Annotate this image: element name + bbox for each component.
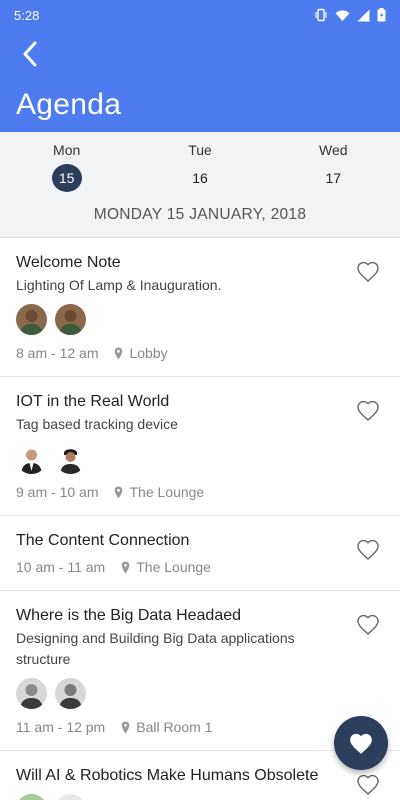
speaker-avatar[interactable] <box>55 794 86 800</box>
map-pin-icon <box>114 347 123 360</box>
day-name: Wed <box>319 142 348 158</box>
heart-outline-icon[interactable] <box>356 538 380 562</box>
session-time: 10 am - 11 am <box>16 559 106 575</box>
session-title: Will AI & Robotics Make Humans Obsolete <box>16 767 319 784</box>
day-tab-wed[interactable]: Wed 17 <box>267 132 400 192</box>
session-item[interactable]: The Content Connection 10 am - 11 am The… <box>0 516 400 591</box>
speaker-avatars <box>16 304 340 335</box>
session-time: 9 am - 10 am <box>16 484 99 500</box>
status-icons <box>314 8 386 22</box>
heart-outline-icon[interactable] <box>356 773 380 797</box>
day-number: 16 <box>192 170 208 186</box>
session-description: Tag based tracking device <box>16 416 178 432</box>
page-title: Agenda <box>16 88 122 121</box>
day-number: 15 <box>51 164 82 192</box>
vibrate-icon <box>315 8 327 22</box>
session-description: Designing and Building Big Data applicat… <box>16 630 295 667</box>
session-title: Welcome Note <box>16 254 121 271</box>
signal-icon <box>357 9 370 21</box>
speaker-avatar[interactable] <box>55 443 86 474</box>
back-button[interactable] <box>14 38 46 70</box>
heart-outline-icon[interactable] <box>356 399 380 423</box>
session-meta: 8 am - 12 am Lobby <box>16 345 340 376</box>
status-time: 5:28 <box>14 7 40 23</box>
day-number: 17 <box>325 170 342 186</box>
day-name: Mon <box>53 142 81 158</box>
session-location: The Lounge <box>129 484 205 500</box>
chevron-left-icon <box>23 41 37 67</box>
favorites-fab[interactable] <box>334 716 388 770</box>
map-pin-icon <box>121 561 130 574</box>
map-pin-icon <box>114 486 123 499</box>
session-item[interactable]: IOT in the Real World Tag based tracking… <box>0 377 400 516</box>
speaker-avatars <box>16 794 340 800</box>
session-meta: 11 am - 12 pm Ball Room 1 <box>16 719 340 750</box>
speaker-avatar[interactable] <box>16 443 47 474</box>
speaker-avatar[interactable] <box>16 678 47 709</box>
day-selector: Mon 15 Tue 16 Wed 17 <box>0 132 400 192</box>
day-tab-tue[interactable]: Tue 16 <box>133 132 266 192</box>
heart-outline-icon[interactable] <box>356 260 380 284</box>
session-time: 8 am - 12 am <box>16 345 99 361</box>
session-location: Lobby <box>129 345 168 361</box>
speaker-avatar[interactable] <box>55 678 86 709</box>
map-pin-icon <box>121 721 130 734</box>
session-title: Where is the Big Data Headaed <box>16 607 242 624</box>
wifi-icon <box>335 10 350 21</box>
speaker-avatars <box>16 443 340 474</box>
speaker-avatar[interactable] <box>16 304 47 335</box>
speaker-avatars <box>16 678 340 709</box>
app-bar: Agenda <box>0 30 400 132</box>
speaker-avatar[interactable] <box>94 794 125 800</box>
session-item[interactable]: Welcome Note Lighting Of Lamp & Inaugura… <box>0 238 400 377</box>
status-bar: 5:28 <box>0 0 400 30</box>
session-meta: 10 am - 11 am The Lounge <box>16 559 340 590</box>
day-name: Tue <box>188 142 212 158</box>
day-tab-mon[interactable]: Mon 15 <box>0 132 133 192</box>
session-location: The Lounge <box>136 559 211 575</box>
session-title: IOT in the Real World <box>16 393 170 410</box>
speaker-avatar[interactable] <box>55 304 86 335</box>
session-description: Lighting Of Lamp & Inauguration. <box>16 277 222 293</box>
heart-outline-icon[interactable] <box>356 613 380 637</box>
session-location: Ball Room 1 <box>136 719 213 735</box>
speaker-avatar[interactable] <box>16 794 47 800</box>
date-header: MONDAY 15 JANUARY, 2018 <box>0 192 400 238</box>
session-time: 11 am - 12 pm <box>16 719 106 735</box>
heart-filled-icon <box>350 733 372 754</box>
battery-icon <box>377 8 386 22</box>
session-meta: 9 am - 10 am The Lounge <box>16 484 340 515</box>
session-title: The Content Connection <box>16 532 190 549</box>
session-list: Welcome Note Lighting Of Lamp & Inaugura… <box>0 238 400 800</box>
